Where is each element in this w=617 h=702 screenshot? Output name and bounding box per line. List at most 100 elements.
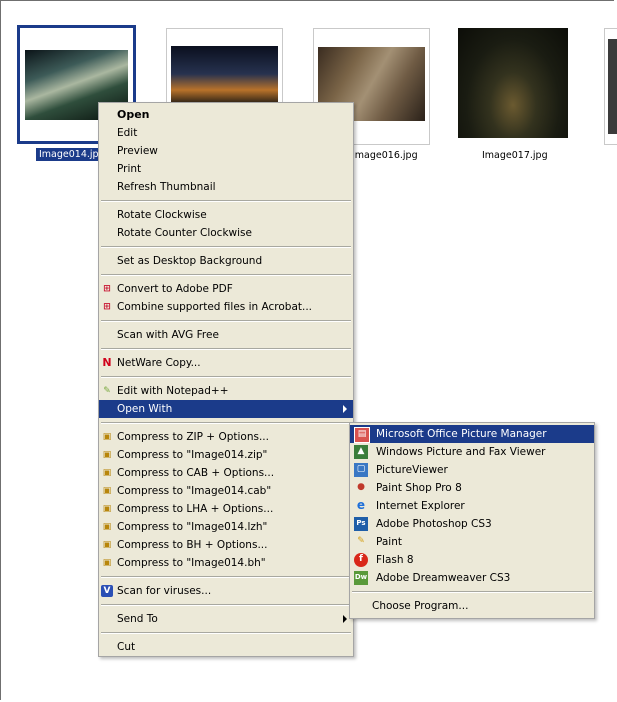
- photoshop-icon: Ps: [354, 517, 368, 531]
- compress-icon: ▣: [102, 558, 112, 568]
- submenu-item-pictureviewer[interactable]: ▢ PictureViewer: [350, 461, 594, 479]
- menu-item-label: NetWare Copy...: [117, 357, 201, 369]
- menu-item-scan-viruses[interactable]: V Scan for viruses...: [99, 582, 353, 600]
- menu-item-preview[interactable]: Preview: [99, 142, 353, 160]
- submenu-item-dreamweaver[interactable]: Dw Adobe Dreamweaver CS3: [350, 569, 594, 587]
- menu-item-label: Send To: [117, 613, 158, 625]
- submenu-arrow-icon: [343, 615, 347, 623]
- submenu-item-paint[interactable]: ✎ Paint: [350, 533, 594, 551]
- menu-item-compress-zip[interactable]: ▣ Compress to "Image014.zip": [99, 446, 353, 464]
- menu-item-label: Flash 8: [376, 554, 414, 566]
- submenu-item-paint-shop-pro[interactable]: ● Paint Shop Pro 8: [350, 479, 594, 497]
- paint-icon: ✎: [357, 536, 365, 546]
- paint-shop-pro-icon: ●: [357, 482, 365, 492]
- adobe-pdf-icon: ⊞: [103, 284, 111, 294]
- menu-item-open-with[interactable]: Open With: [99, 400, 353, 418]
- menu-separator: [352, 591, 592, 593]
- menu-item-compress-zip-options[interactable]: ▣ Compress to ZIP + Options...: [99, 428, 353, 446]
- submenu-item-choose-program[interactable]: Choose Program...: [350, 597, 594, 615]
- flash-icon: f: [354, 553, 368, 567]
- thumbnail-caption[interactable]: Image016.jpg: [352, 150, 418, 161]
- menu-item-compress-bh-options[interactable]: ▣ Compress to BH + Options...: [99, 536, 353, 554]
- menu-item-label: Compress to LHA + Options...: [117, 503, 274, 515]
- menu-separator: [101, 348, 351, 350]
- menu-item-cut[interactable]: Cut: [99, 638, 353, 656]
- submenu-item-windows-picture-viewer[interactable]: ▲ Windows Picture and Fax Viewer: [350, 443, 594, 461]
- menu-separator: [101, 376, 351, 378]
- netware-icon: N: [102, 356, 112, 369]
- acrobat-combine-icon: ⊞: [103, 302, 111, 312]
- menu-separator: [101, 576, 351, 578]
- open-with-submenu: ▤ Microsoft Office Picture Manager ▲ Win…: [349, 422, 595, 619]
- picture-manager-icon: ▤: [354, 427, 370, 443]
- menu-item-rotate-counter-clockwise[interactable]: Rotate Counter Clockwise: [99, 224, 353, 242]
- thumbnail-image-night: [458, 28, 568, 138]
- compress-icon: ▣: [102, 486, 112, 496]
- picture-fax-viewer-icon: ▲: [354, 445, 368, 459]
- menu-item-set-desktop-background[interactable]: Set as Desktop Background: [99, 252, 353, 270]
- thumbnail-image018[interactable]: [604, 28, 617, 145]
- menu-item-label: Windows Picture and Fax Viewer: [376, 446, 546, 458]
- menu-item-compress-lha-options[interactable]: ▣ Compress to LHA + Options...: [99, 500, 353, 518]
- menu-item-label: Open With: [117, 403, 173, 415]
- menu-item-compress-cab-options[interactable]: ▣ Compress to CAB + Options...: [99, 464, 353, 482]
- menu-item-compress-cab[interactable]: ▣ Compress to "Image014.cab": [99, 482, 353, 500]
- menu-item-scan-avg[interactable]: Scan with AVG Free: [99, 326, 353, 344]
- menu-item-label: Internet Explorer: [376, 500, 465, 512]
- menu-separator: [101, 632, 351, 634]
- compress-icon: ▣: [102, 468, 112, 478]
- menu-item-label: Compress to "Image014.lzh": [117, 521, 268, 533]
- submenu-item-photoshop[interactable]: Ps Adobe Photoshop CS3: [350, 515, 594, 533]
- dreamweaver-icon: Dw: [354, 571, 368, 585]
- shield-icon: V: [101, 585, 113, 597]
- menu-item-label: Scan for viruses...: [117, 585, 212, 597]
- thumbnail-caption[interactable]: Image017.jpg: [482, 150, 548, 161]
- menu-item-label: Adobe Photoshop CS3: [376, 518, 492, 530]
- menu-separator: [101, 246, 351, 248]
- menu-item-print[interactable]: Print: [99, 160, 353, 178]
- thumbnail-caption[interactable]: Image014.jpg: [36, 148, 108, 161]
- menu-item-combine-in-acrobat[interactable]: ⊞ Combine supported files in Acrobat...: [99, 298, 353, 316]
- menu-item-label: Compress to ZIP + Options...: [117, 431, 269, 443]
- menu-item-label: Combine supported files in Acrobat...: [117, 301, 313, 313]
- thumbnail-image017[interactable]: [454, 28, 569, 143]
- menu-item-edit[interactable]: Edit: [99, 124, 353, 142]
- menu-item-send-to[interactable]: Send To: [99, 610, 353, 628]
- menu-item-label: Edit with Notepad++: [117, 385, 229, 397]
- menu-separator: [101, 320, 351, 322]
- compress-icon: ▣: [102, 432, 112, 442]
- compress-icon: ▣: [102, 504, 112, 514]
- notepad-plus-icon: ✎: [103, 386, 111, 396]
- compress-icon: ▣: [102, 450, 112, 460]
- menu-item-label: Compress to "Image014.cab": [117, 485, 272, 497]
- context-menu: Open Edit Preview Print Refresh Thumbnai…: [98, 102, 354, 657]
- menu-item-convert-to-pdf[interactable]: ⊞ Convert to Adobe PDF: [99, 280, 353, 298]
- menu-item-refresh-thumbnail[interactable]: Refresh Thumbnail: [99, 178, 353, 196]
- menu-separator: [101, 200, 351, 202]
- submenu-arrow-icon: [343, 405, 347, 413]
- menu-item-label: Convert to Adobe PDF: [117, 283, 233, 295]
- menu-item-compress-bh[interactable]: ▣ Compress to "Image014.bh": [99, 554, 353, 572]
- menu-item-open[interactable]: Open: [99, 106, 353, 124]
- menu-item-compress-lzh[interactable]: ▣ Compress to "Image014.lzh": [99, 518, 353, 536]
- menu-separator: [101, 274, 351, 276]
- menu-item-edit-notepad[interactable]: ✎ Edit with Notepad++: [99, 382, 353, 400]
- thumbnail-image-partial: [608, 39, 617, 134]
- compress-icon: ▣: [102, 522, 112, 532]
- menu-item-label: Compress to "Image014.zip": [117, 449, 268, 461]
- submenu-item-internet-explorer[interactable]: e Internet Explorer: [350, 497, 594, 515]
- menu-item-label: Microsoft Office Picture Manager: [376, 428, 547, 440]
- menu-item-label: Compress to "Image014.bh": [117, 557, 266, 569]
- menu-separator: [101, 422, 351, 424]
- menu-item-netware-copy[interactable]: N NetWare Copy...: [99, 354, 353, 372]
- menu-item-label: Paint Shop Pro 8: [376, 482, 462, 494]
- menu-item-label: Paint: [376, 536, 402, 548]
- submenu-item-flash[interactable]: f Flash 8: [350, 551, 594, 569]
- menu-item-rotate-clockwise[interactable]: Rotate Clockwise: [99, 206, 353, 224]
- internet-explorer-icon: e: [356, 498, 366, 512]
- menu-separator: [101, 604, 351, 606]
- menu-item-label: Compress to BH + Options...: [117, 539, 268, 551]
- submenu-item-picture-manager[interactable]: ▤ Microsoft Office Picture Manager: [350, 425, 594, 443]
- menu-item-label: PictureViewer: [376, 464, 448, 476]
- menu-item-label: Compress to CAB + Options...: [117, 467, 275, 479]
